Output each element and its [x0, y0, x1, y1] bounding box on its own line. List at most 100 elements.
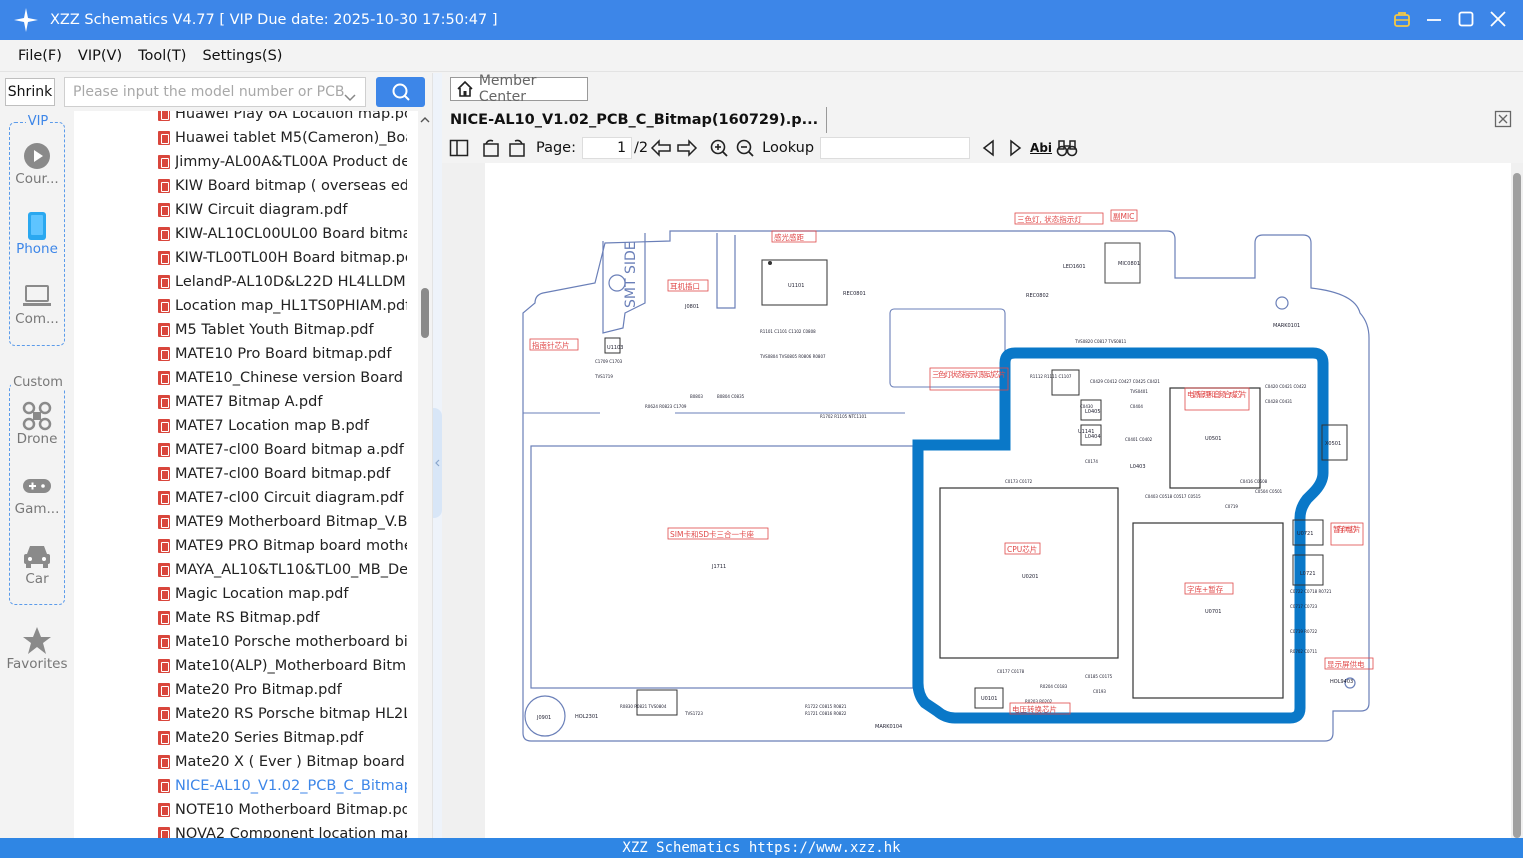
- pdf-file-icon: [158, 731, 170, 745]
- file-item[interactable]: NOTE10 Motherboard Bitmap.pdf: [74, 798, 418, 822]
- file-item[interactable]: Mate RS Bitmap.pdf: [74, 606, 418, 630]
- file-list-scroll-thumb[interactable]: [421, 288, 429, 338]
- file-item[interactable]: Location map_HL1TS0PHIAM.pdf: [74, 294, 418, 318]
- svg-text:C0420 C0421 C0422: C0420 C0421 C0422: [1265, 384, 1307, 389]
- member-center-button[interactable]: Member Center: [450, 73, 588, 105]
- nav-phone-label: Phone: [16, 241, 58, 257]
- zoom-out-icon[interactable]: [732, 135, 758, 161]
- search-input[interactable]: Please input the model number or PCB: [64, 77, 366, 107]
- file-item[interactable]: MATE9 Motherboard Bitmap_V.B.p: [74, 510, 418, 534]
- file-list-scrollbar[interactable]: [418, 111, 432, 838]
- svg-text:U0701: U0701: [1205, 609, 1221, 615]
- file-name: Mate20 Series Bitmap.pdf: [175, 730, 364, 746]
- file-item[interactable]: KIW Circuit diagram.pdf: [74, 198, 418, 222]
- file-item[interactable]: MATE7-cl00 Board bitmap.pdf: [74, 462, 418, 486]
- pdf-file-icon: [158, 371, 170, 385]
- file-item[interactable]: MATE9 PRO Bitmap board mother: [74, 534, 418, 558]
- file-item[interactable]: KIW-TL00TL00H Board bitmap.pdf: [74, 246, 418, 270]
- sidebar-toggle-icon[interactable]: [446, 135, 472, 161]
- file-item[interactable]: MATE7-cl00 Circuit diagram.pdf: [74, 486, 418, 510]
- shrink-button[interactable]: Shrink: [5, 78, 55, 106]
- pdf-file-icon: [158, 111, 170, 121]
- search-button[interactable]: [376, 77, 425, 107]
- svg-text:U1141: U1141: [1078, 429, 1094, 435]
- close-button[interactable]: [1487, 8, 1509, 30]
- file-item[interactable]: MAYA_AL10&TL10&TL00_MB_Devi: [74, 558, 418, 582]
- viewer-scrollbar[interactable]: [1511, 163, 1523, 838]
- file-item[interactable]: LelandP-AL10D&L22D HL4LLDM B: [74, 270, 418, 294]
- file-item[interactable]: NICE-AL10_V1.02_PCB_C_Bitmap(16: [74, 774, 418, 798]
- file-item[interactable]: MATE7 Location map B.pdf: [74, 414, 418, 438]
- close-tab-icon[interactable]: [1493, 109, 1513, 129]
- file-item[interactable]: MATE7 Bitmap A.pdf: [74, 390, 418, 414]
- file-item[interactable]: NOVA2 Component location map.pd: [74, 822, 418, 838]
- svg-text:TVS1719: TVS1719: [594, 374, 613, 379]
- pdf-viewer: SMT SIDE U1101 J0801 REC0801 REC0802 LED…: [442, 163, 1523, 838]
- file-item[interactable]: Jimmy-AL00A&TL00A Product dev: [74, 150, 418, 174]
- svg-text:TVS0401: TVS0401: [1129, 389, 1148, 394]
- file-item[interactable]: MATE10 Pro Board bitmap.pdf: [74, 342, 418, 366]
- page-number-input[interactable]: 1: [582, 137, 632, 159]
- menu-tool[interactable]: Tool(T): [138, 48, 186, 64]
- menu-settings[interactable]: Settings(S): [202, 48, 282, 64]
- search-icon: [392, 83, 410, 101]
- nav-favorites[interactable]: Favorites: [0, 626, 74, 672]
- binoculars-icon[interactable]: [1054, 135, 1080, 161]
- prev-page-icon[interactable]: [648, 135, 674, 161]
- menu-file[interactable]: File(F): [18, 48, 62, 64]
- match-case-icon[interactable]: Abi: [1028, 135, 1054, 161]
- collapse-handle[interactable]: [433, 408, 442, 518]
- maximize-button[interactable]: [1455, 8, 1477, 30]
- file-item[interactable]: Mate10(ALP)_Motherboard Bitmap: [74, 654, 418, 678]
- minimize-button[interactable]: [1423, 8, 1445, 30]
- rotate-right-icon[interactable]: [504, 135, 530, 161]
- file-item[interactable]: KIW-AL10CL00UL00 Board bitmap.: [74, 222, 418, 246]
- file-item[interactable]: Mate10 Porsche motherboard bitn: [74, 630, 418, 654]
- next-page-icon[interactable]: [674, 135, 700, 161]
- nav-favorites-label: Favorites: [6, 656, 68, 672]
- svg-text:C0177 C0178: C0177 C0178: [997, 669, 1025, 674]
- nav-drone[interactable]: Drone: [0, 401, 74, 447]
- file-item[interactable]: M5 Tablet Youth Bitmap.pdf: [74, 318, 418, 342]
- file-item[interactable]: Magic Location map.pdf: [74, 582, 418, 606]
- nav-computer[interactable]: Com...: [0, 281, 74, 327]
- pdf-page[interactable]: SMT SIDE U1101 J0801 REC0801 REC0802 LED…: [485, 163, 1511, 838]
- file-name: KIW-AL10CL00UL00 Board bitmap.: [175, 226, 407, 242]
- pcb-label-mic: 副MIC: [1113, 212, 1134, 221]
- nav-car[interactable]: Car: [0, 541, 74, 587]
- file-item[interactable]: Mate20 Series Bitmap.pdf: [74, 726, 418, 750]
- svg-text:R0702 C0711: R0702 C0711: [1290, 649, 1318, 654]
- svg-text:R0624 R0823 C1709: R0624 R0823 C1709: [645, 404, 687, 409]
- lookup-input[interactable]: [820, 137, 971, 159]
- svg-text:R1112 R1111 C1107: R1112 R1111 C1107: [1030, 374, 1072, 379]
- menu-vip[interactable]: VIP(V): [78, 48, 122, 64]
- file-item[interactable]: KIW Board bitmap ( overseas editi: [74, 174, 418, 198]
- pcb-label-pmu: 电源管理和音频合成芯片: [1187, 389, 1247, 399]
- rotate-left-icon[interactable]: [478, 135, 504, 161]
- viewer-scroll-thumb[interactable]: [1513, 173, 1521, 838]
- file-item[interactable]: MATE7-cl00 Board bitmap a.pdf: [74, 438, 418, 462]
- file-name: Mate10(ALP)_Motherboard Bitmap: [175, 658, 407, 674]
- pdf-file-icon: [158, 251, 170, 265]
- zoom-in-icon[interactable]: [706, 135, 732, 161]
- file-item[interactable]: Mate20 X ( Ever ) Bitmap board m: [74, 750, 418, 774]
- file-item[interactable]: Huawei Play 6A Location map.pdf: [74, 111, 418, 126]
- panel-splitter[interactable]: [432, 73, 442, 838]
- file-name: Magic Location map.pdf: [175, 586, 349, 602]
- file-item[interactable]: MATE10_Chinese version Board bit: [74, 366, 418, 390]
- file-item[interactable]: Mate20 Pro Bitmap.pdf: [74, 678, 418, 702]
- scroll-up-icon[interactable]: [418, 113, 432, 127]
- document-tab[interactable]: NICE-AL10_V1.02_PCB_C_Bitmap(160729).p..…: [450, 107, 828, 133]
- vip-bag-icon[interactable]: [1391, 8, 1413, 30]
- nav-game[interactable]: Gam...: [0, 471, 74, 517]
- nav-course[interactable]: Cour...: [0, 141, 74, 187]
- svg-text:REC0801: REC0801: [843, 291, 866, 297]
- find-prev-icon[interactable]: [976, 135, 1002, 161]
- find-next-icon[interactable]: [1002, 135, 1028, 161]
- chevron-down-icon[interactable]: [343, 86, 357, 114]
- file-item[interactable]: Mate20 RS Porsche bitmap HL2LA': [74, 702, 418, 726]
- svg-text:R0830 R0821 TVS0804: R0830 R0821 TVS0804: [620, 704, 667, 709]
- file-item[interactable]: Huawei tablet M5(Cameron)_Board: [74, 126, 418, 150]
- nav-phone[interactable]: Phone: [0, 211, 74, 257]
- file-name: LelandP-AL10D&L22D HL4LLDM B: [175, 274, 407, 290]
